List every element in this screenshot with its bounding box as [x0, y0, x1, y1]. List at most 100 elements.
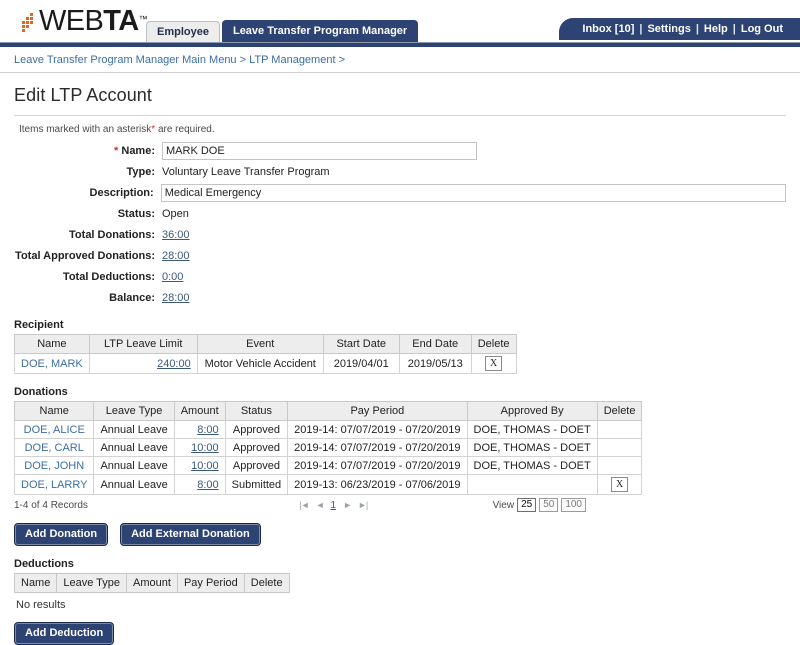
page-number-1[interactable]: 1	[331, 500, 337, 511]
donation-cell-leave-type: Annual Leave	[93, 438, 175, 457]
donation-cell-amount: 10:00	[173, 456, 226, 475]
recipient-cell-name: DOE, MARK	[14, 353, 90, 374]
donation-cell-name-link[interactable]: DOE, JOHN	[24, 460, 84, 472]
tab-leave-transfer-program-manager[interactable]: Leave Transfer Program Manager	[221, 20, 419, 42]
page-content: Edit LTP Account Items marked with an as…	[0, 85, 800, 645]
add-deduction-button[interactable]: Add Deduction	[14, 622, 115, 645]
deductions-col-delete: Delete	[243, 573, 290, 593]
form-row-status: Status: Open	[14, 204, 786, 223]
donation-cell-status: Approved	[224, 420, 289, 439]
type-label: Type:	[126, 165, 155, 178]
table-row: DOE, CARL Annual Leave 10:00 Approved 2019-1…	[13, 438, 643, 457]
breadcrumb[interactable]: Leave Transfer Program Manager Main Menu…	[0, 47, 800, 73]
webta-logo: WEB TA ™	[22, 6, 148, 36]
total-approved-donations-value[interactable]: 28:00	[162, 250, 190, 262]
inbox-link[interactable]: Inbox [10]	[577, 23, 639, 35]
add-external-donation-button[interactable]: Add External Donation	[120, 523, 261, 546]
form-row-total-approved-donations: Total Approved Donations: 28:00	[14, 246, 786, 265]
view-size-100[interactable]: 100	[561, 498, 586, 512]
deductions-col-amount: Amount	[126, 573, 178, 593]
donation-cell-approved-by: DOE, THOMAS - DOET	[466, 420, 598, 439]
required-note-text: Items marked with an asterisk	[19, 124, 152, 135]
logo-text-ta: TA	[103, 5, 139, 37]
table-row: DOE, LARRY Annual Leave 8:00 Submitted 2019-…	[13, 474, 643, 495]
form-row-description: Description:	[14, 183, 786, 202]
view-size-50[interactable]: 50	[539, 498, 559, 512]
recipient-cell-event: Motor Vehicle Accident	[196, 353, 324, 374]
last-page-icon[interactable]: ►|	[358, 500, 368, 510]
name-required-asterisk: *	[114, 144, 119, 157]
description-label: Description:	[89, 186, 154, 199]
recipient-col-name: Name	[14, 334, 90, 354]
deductions-col-name: Name	[13, 573, 58, 593]
ltp-account-form: * Name: Type: Voluntary Leave Transfer P…	[14, 141, 786, 307]
deductions-col-leave-type: Leave Type	[56, 573, 128, 593]
total-deductions-value-wrap: 0:00	[162, 271, 183, 283]
view-size-25[interactable]: 25	[517, 498, 537, 512]
donation-cell-pay-period: 2019-14: 07/07/2019 - 07/20/2019	[287, 456, 468, 475]
table-row: DOE, ALICE Annual Leave 8:00 Approved 2019-1…	[13, 420, 643, 439]
recipient-col-delete: Delete	[470, 334, 517, 354]
recipient-col-start: Start Date	[322, 334, 400, 354]
first-page-icon[interactable]: |◄	[299, 500, 309, 510]
recipient-name-link[interactable]: DOE, MARK	[21, 358, 83, 370]
total-donations-value-wrap: 36:00	[162, 229, 190, 241]
recipient-col-end: End Date	[398, 334, 472, 354]
donation-cell-amount-link[interactable]: 10:00	[191, 460, 219, 472]
donation-cell-name-link[interactable]: DOE, LARRY	[21, 479, 87, 491]
donations-table: Name Leave Type Amount Status Pay Period…	[13, 401, 643, 495]
records-count: 1-4 of 4 Records	[14, 499, 88, 511]
donation-cell-name: DOE, LARRY	[13, 474, 95, 495]
donation-cell-amount-link[interactable]: 10:00	[191, 442, 219, 454]
total-deductions-label: Total Deductions:	[62, 270, 155, 283]
recipient-cell-delete: X	[470, 353, 517, 374]
balance-value[interactable]: 28:00	[162, 292, 190, 304]
recipient-section-title: Recipient	[14, 319, 64, 331]
recipient-limit-link[interactable]: 240:00	[157, 358, 191, 370]
table-row: DOE, JOHN Annual Leave 10:00 Approved 2019-1…	[13, 456, 643, 475]
status-label: Status:	[117, 207, 155, 220]
form-row-total-deductions: Total Deductions: 0:00	[14, 267, 786, 286]
required-fields-note: Items marked with an asterisk* are requi…	[19, 124, 786, 135]
top-navigation: Inbox [10] | Settings | Help | Log Out	[559, 18, 800, 40]
deductions-table: Name Leave Type Amount Pay Period Delete	[13, 573, 290, 593]
tab-employee[interactable]: Employee	[146, 21, 220, 42]
donation-cell-status: Approved	[224, 438, 289, 457]
balance-value-wrap: 28:00	[162, 292, 190, 304]
total-deductions-value[interactable]: 0:00	[162, 271, 183, 283]
main-tabs: Employee Leave Transfer Program Manager	[146, 20, 419, 42]
prev-page-icon[interactable]: ◄	[316, 500, 325, 510]
settings-link[interactable]: Settings	[642, 23, 695, 35]
donation-cell-amount-link[interactable]: 8:00	[197, 424, 218, 436]
donation-actions: Add Donation Add External Donation	[14, 523, 786, 546]
name-input[interactable]	[162, 141, 477, 160]
type-value: Voluntary Leave Transfer Program	[162, 165, 330, 178]
name-label-text: Name:	[121, 144, 155, 157]
donation-cell-amount: 8:00	[173, 474, 226, 495]
donation-cell-status: Approved	[224, 456, 289, 475]
donations-col-status: Status	[224, 401, 289, 421]
form-row-name: * Name:	[14, 141, 786, 160]
description-input[interactable]	[160, 183, 786, 202]
help-link[interactable]: Help	[699, 23, 733, 35]
table-row: DOE, MARK 240:00 Motor Vehicle Accident …	[14, 353, 517, 374]
donation-cell-leave-type: Annual Leave	[93, 474, 175, 495]
form-row-balance: Balance: 28:00	[14, 288, 786, 307]
donations-col-pay-period: Pay Period	[287, 401, 468, 421]
logout-link[interactable]: Log Out	[736, 23, 788, 35]
donation-cell-delete	[596, 420, 643, 439]
recipient-cell-limit: 240:00	[88, 353, 198, 374]
donation-cell-pay-period: 2019-14: 07/07/2019 - 07/20/2019	[287, 420, 468, 439]
add-donation-button[interactable]: Add Donation	[14, 523, 109, 546]
logo-text-web: WEB	[39, 5, 104, 37]
next-page-icon[interactable]: ►	[343, 500, 352, 510]
total-donations-value[interactable]: 36:00	[162, 229, 190, 241]
donation-cell-amount-link[interactable]: 8:00	[197, 479, 218, 491]
delete-donation-button[interactable]: X	[610, 477, 629, 492]
nav-separator-1: |	[639, 23, 643, 35]
nav-separator-2: |	[695, 23, 699, 35]
donation-cell-name-link[interactable]: DOE, CARL	[25, 442, 84, 454]
donation-cell-name-link[interactable]: DOE, ALICE	[24, 424, 85, 436]
delete-recipient-button[interactable]: X	[485, 356, 503, 371]
donations-col-leave-type: Leave Type	[93, 401, 175, 421]
